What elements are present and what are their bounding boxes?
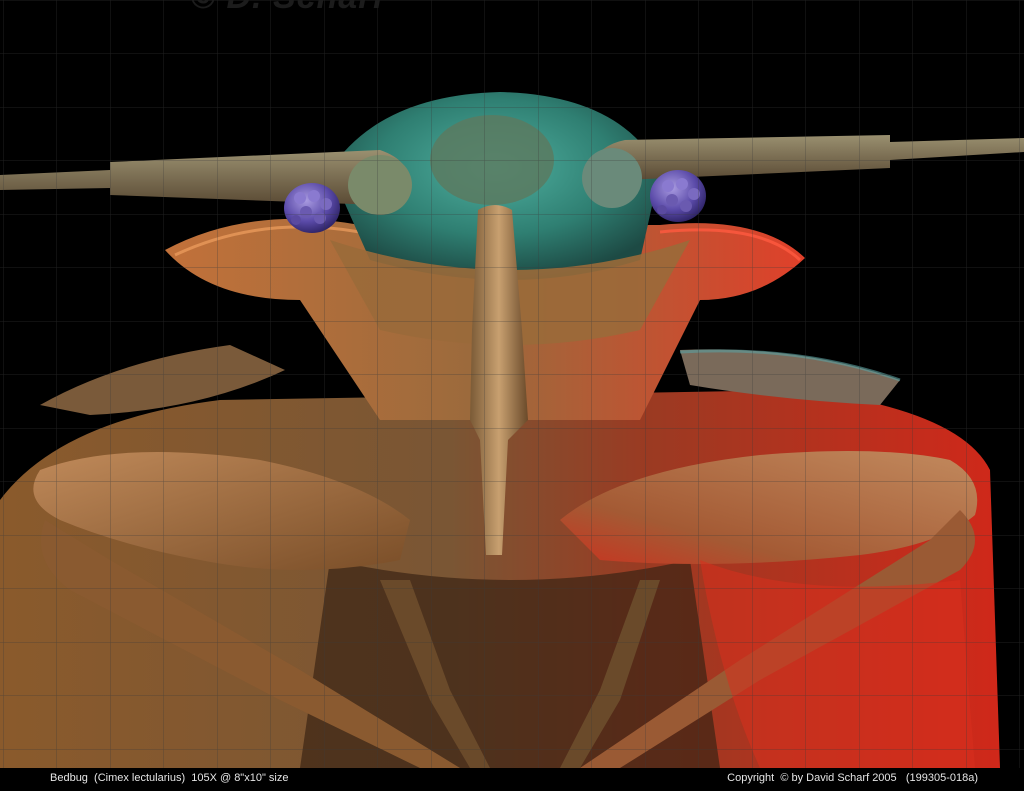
- watermark: © D. Scharf: [190, 0, 385, 17]
- caption-bar: Bedbug (Cimex lectularius) 105X @ 8"x10"…: [0, 768, 1024, 791]
- bedbug-micrograph: [0, 0, 1024, 791]
- scale-grid: [0, 0, 1024, 768]
- micrograph-stage: © D. Scharf Bedbug (Cimex lectularius) 1…: [0, 0, 1024, 791]
- caption-copyright: Copyright © by David Scharf 2005 (199305…: [727, 772, 978, 784]
- caption-species: Bedbug (Cimex lectularius) 105X @ 8"x10"…: [50, 772, 289, 784]
